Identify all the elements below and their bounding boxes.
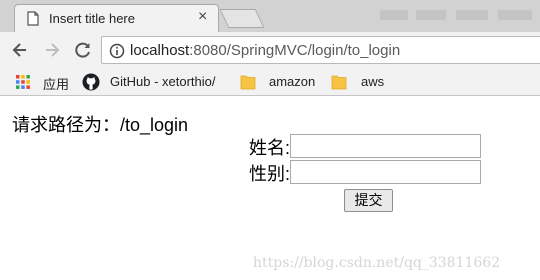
back-arrow-icon[interactable]	[10, 40, 30, 60]
github-icon	[82, 73, 100, 96]
close-tab-icon[interactable]: ×	[198, 9, 207, 25]
bookmark-label: aws	[361, 74, 385, 89]
url-host: localhost	[130, 42, 190, 59]
submit-button[interactable]: 提交	[344, 189, 393, 212]
bookmark-apps[interactable]: 应用	[16, 72, 76, 92]
name-label: 姓名:	[249, 138, 291, 158]
gender-input[interactable]	[290, 160, 481, 184]
name-input[interactable]	[290, 134, 481, 158]
tab-title: Insert title here	[49, 11, 135, 26]
bookmark-github[interactable]: GitHub - xetorthio/	[82, 72, 232, 92]
bookmark-label: 应用	[43, 77, 70, 92]
browser-toolbar: localhost:8080/SpringMVC/login/to_login	[0, 32, 540, 68]
url-text: localhost:8080/SpringMVC/login/to_login	[130, 42, 400, 59]
bookmark-aws[interactable]: aws	[331, 72, 391, 92]
page-icon	[27, 11, 39, 31]
apps-grid-icon	[16, 75, 30, 94]
blurred-menu-item	[456, 10, 488, 20]
page-content: 请求路径为：/to_login 姓名: 性别: 提交 https://blog.…	[0, 96, 540, 280]
new-tab-button[interactable]	[219, 9, 265, 28]
browser-tab[interactable]: Insert title here ×	[14, 4, 219, 32]
blurred-menu-item	[498, 10, 532, 20]
gender-label: 性别:	[249, 164, 291, 184]
watermark-url: https://blog.csdn.net/qq_33811662	[253, 255, 501, 271]
address-bar[interactable]: localhost:8080/SpringMVC/login/to_login	[101, 36, 540, 64]
info-icon[interactable]	[109, 43, 125, 64]
reload-icon[interactable]	[73, 40, 93, 60]
folder-icon	[331, 74, 347, 95]
bookmarks-bar: 应用 GitHub - xetorthio/ amazon aws	[0, 68, 540, 96]
forward-arrow-icon[interactable]	[42, 40, 62, 60]
bookmark-label: GitHub - xetorthio/	[110, 74, 216, 89]
tab-strip: Insert title here ×	[0, 0, 540, 32]
folder-icon	[240, 74, 256, 95]
url-path: :8080/SpringMVC/login/to_login	[189, 42, 401, 59]
bookmark-amazon[interactable]: amazon	[240, 72, 320, 92]
bookmark-label: amazon	[269, 74, 316, 89]
blurred-menu-item	[416, 10, 446, 20]
blurred-menu-item	[380, 10, 408, 20]
request-path-heading: 请求路径为：/to_login	[12, 115, 189, 135]
